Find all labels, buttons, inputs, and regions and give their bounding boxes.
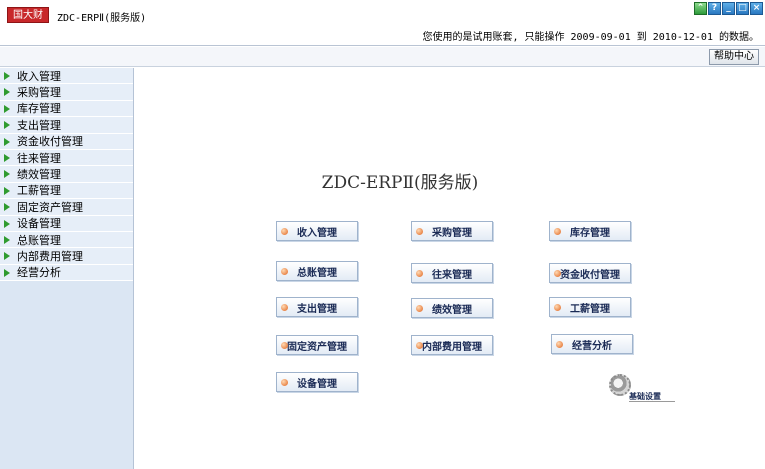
help-center-button[interactable]: 帮助中心 — [709, 49, 759, 65]
payroll-button[interactable]: 工薪管理 — [549, 297, 631, 317]
arrow-right-icon — [4, 88, 10, 97]
sidebar-item-label: 采购管理 — [17, 86, 61, 100]
button-label: 工薪管理 — [570, 303, 610, 315]
sidebar-item-label: 资金收付管理 — [17, 135, 83, 149]
sidebar-item-internal-cost[interactable]: 内部费用管理 — [0, 248, 133, 265]
arrow-right-icon — [4, 203, 10, 212]
arrow-right-icon — [4, 170, 10, 179]
ledger-button[interactable]: 总账管理 — [276, 261, 358, 281]
sidebar-item-label: 固定资产管理 — [17, 200, 83, 214]
arrow-right-icon — [4, 219, 10, 228]
gear-icon — [609, 374, 631, 396]
sidebar: 收入管理 采购管理 库存管理 支出管理 资金收付管理 往来管理 绩效管理 工薪管… — [0, 68, 134, 469]
equipment-button[interactable]: 设备管理 — [276, 372, 358, 392]
sidebar-item-ledger[interactable]: 总账管理 — [0, 231, 133, 249]
app-title: ZDC-ERPⅡ(服务版) — [57, 13, 147, 24]
page-title: ZDC-ERPⅡ(服务版) — [321, 173, 479, 193]
inventory-button[interactable]: 库存管理 — [549, 221, 631, 241]
maximize-icon[interactable]: □ — [736, 2, 749, 15]
basic-settings-button[interactable]: 基础设置 — [609, 374, 679, 408]
sidebar-item-label: 设备管理 — [17, 217, 61, 231]
bullet-icon — [554, 270, 561, 277]
sidebar-item-label: 内部费用管理 — [17, 250, 83, 263]
close-icon[interactable]: × — [750, 2, 763, 15]
button-label: 资金收付管理 — [560, 269, 620, 281]
bullet-icon — [416, 305, 423, 312]
sidebar-item-performance[interactable]: 绩效管理 — [0, 166, 133, 183]
sidebar-item-funds[interactable]: 资金收付管理 — [0, 133, 133, 150]
sidebar-item-income[interactable]: 收入管理 — [0, 68, 133, 85]
sidebar-item-purchase[interactable]: 采购管理 — [0, 84, 133, 101]
button-label: 库存管理 — [570, 227, 610, 239]
bullet-icon — [281, 342, 288, 349]
funds-button[interactable]: 资金收付管理 — [549, 263, 631, 283]
button-label: 经营分析 — [572, 340, 612, 352]
expense-button[interactable]: 支出管理 — [276, 297, 358, 317]
analysis-button[interactable]: 经营分析 — [551, 334, 633, 354]
arrow-right-icon — [4, 121, 10, 130]
title-bar: 国大财 ZDC-ERPⅡ(服务版) ⌃ ? _ □ × 您使用的是试用账套, 只… — [0, 0, 765, 46]
button-label: 固定资产管理 — [287, 341, 347, 353]
sidebar-item-fixed-assets[interactable]: 固定资产管理 — [0, 199, 133, 216]
arrow-right-icon — [4, 153, 10, 162]
arrow-right-icon — [4, 186, 10, 195]
bullet-icon — [281, 304, 288, 311]
bullet-icon — [556, 341, 563, 348]
app-logo: 国大财 — [7, 7, 49, 23]
sidebar-item-label: 往来管理 — [17, 151, 61, 165]
sidebar-item-label: 经营分析 — [17, 266, 61, 280]
sidebar-item-inventory[interactable]: 库存管理 — [0, 100, 133, 118]
bullet-icon — [281, 228, 288, 235]
trial-notice: 您使用的是试用账套, 只能操作 2009-09-01 到 2010-12-01 … — [422, 32, 759, 43]
button-label: 绩效管理 — [432, 304, 472, 316]
sidebar-item-equipment[interactable]: 设备管理 — [0, 215, 133, 232]
arrow-right-icon — [4, 104, 10, 113]
sidebar-item-payroll[interactable]: 工薪管理 — [0, 182, 133, 200]
sidebar-item-label: 支出管理 — [17, 118, 61, 132]
internal-cost-button[interactable]: 内部费用管理 — [411, 335, 493, 355]
sidebar-item-label: 收入管理 — [17, 69, 61, 83]
sidebar-item-analysis[interactable]: 经营分析 — [0, 264, 133, 282]
toolbar: 帮助中心 — [0, 47, 765, 67]
bullet-icon — [281, 379, 288, 386]
button-label: 内部费用管理 — [422, 341, 482, 353]
fixed-assets-button[interactable]: 固定资产管理 — [276, 335, 358, 355]
button-label: 设备管理 — [297, 378, 337, 390]
bullet-icon — [416, 270, 423, 277]
arrow-right-icon — [4, 235, 10, 244]
sidebar-item-label: 库存管理 — [17, 102, 61, 116]
minimize-icon[interactable]: _ — [722, 2, 735, 15]
sidebar-item-accounts[interactable]: 往来管理 — [0, 149, 133, 167]
sidebar-item-label: 工薪管理 — [17, 184, 61, 198]
bullet-icon — [416, 342, 423, 349]
accounts-button[interactable]: 往来管理 — [411, 263, 493, 283]
performance-button[interactable]: 绩效管理 — [411, 298, 493, 318]
button-label: 总账管理 — [297, 267, 337, 279]
sidebar-item-label: 绩效管理 — [17, 168, 61, 182]
bullet-icon — [281, 268, 288, 275]
arrow-right-icon — [4, 72, 10, 80]
sidebar-item-label: 总账管理 — [17, 233, 61, 247]
income-button[interactable]: 收入管理 — [276, 221, 358, 241]
arrow-right-icon — [4, 137, 10, 146]
arrow-right-icon — [4, 268, 10, 277]
arrow-right-icon — [4, 252, 10, 261]
window-controls: ⌃ ? _ □ × — [694, 2, 763, 15]
bullet-icon — [554, 304, 561, 311]
bullet-icon — [416, 228, 423, 235]
divider — [629, 401, 675, 402]
bullet-icon — [554, 228, 561, 235]
sidebar-item-expense[interactable]: 支出管理 — [0, 117, 133, 134]
main-panel: ZDC-ERPⅡ(服务版) 收入管理 采购管理 库存管理 总账管理 往来管理 资… — [135, 68, 765, 469]
help-icon[interactable]: ? — [708, 2, 721, 15]
button-label: 采购管理 — [432, 227, 472, 239]
purchase-button[interactable]: 采购管理 — [411, 221, 493, 241]
button-label: 往来管理 — [432, 269, 472, 281]
button-label: 收入管理 — [297, 227, 337, 239]
collapse-icon[interactable]: ⌃ — [694, 2, 707, 15]
button-label: 支出管理 — [297, 303, 337, 315]
